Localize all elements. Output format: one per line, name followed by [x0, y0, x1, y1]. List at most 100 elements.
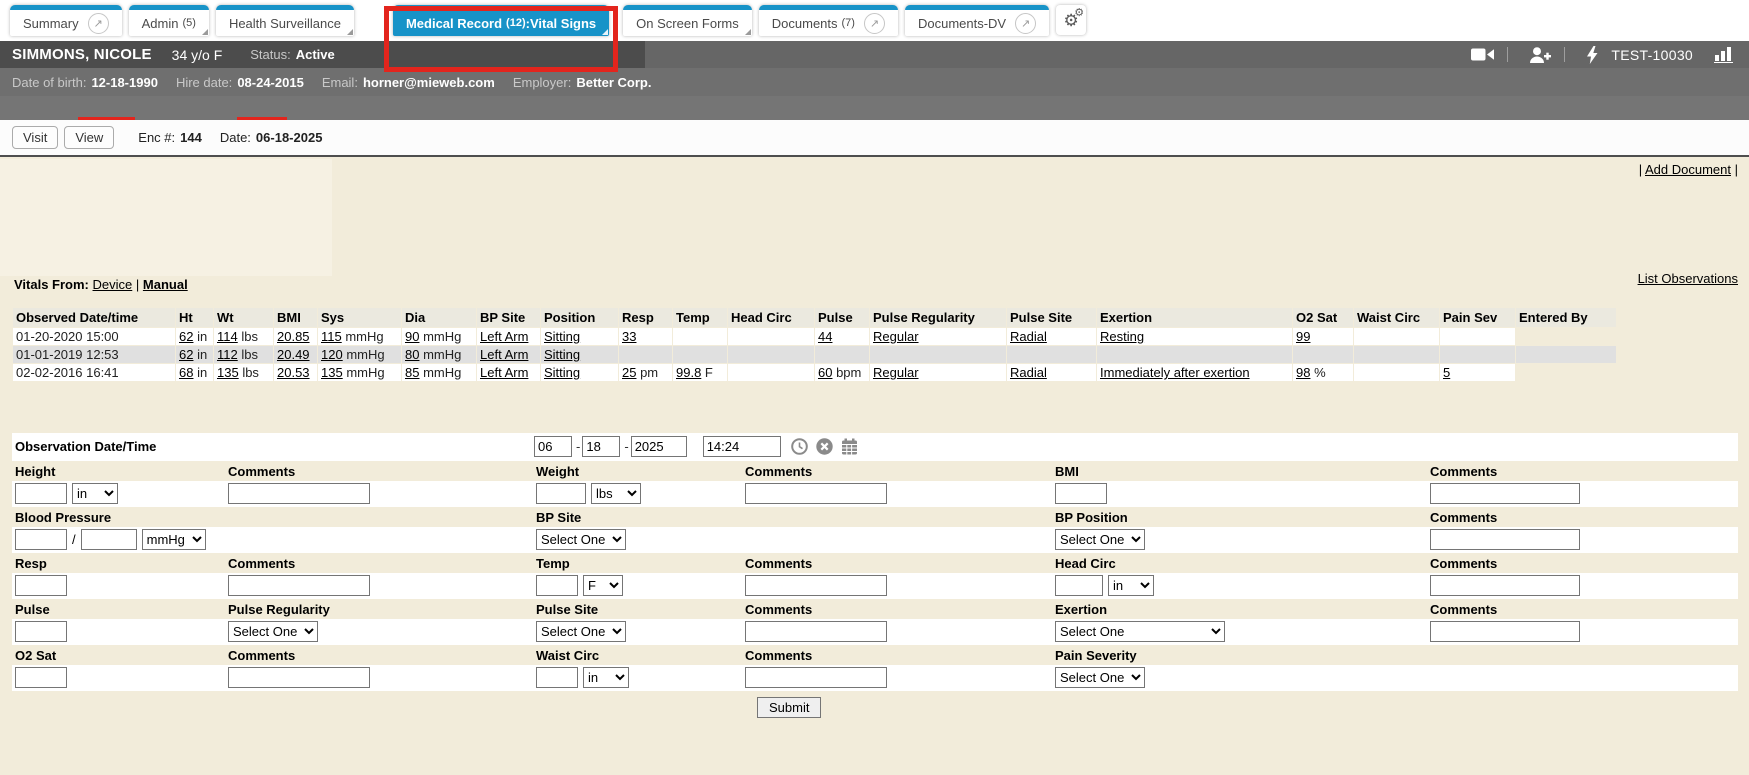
height-value-input[interactable]	[15, 483, 67, 504]
form-field-group: Select One	[536, 529, 626, 550]
resp-input[interactable]	[15, 575, 67, 596]
o2-sat-comments-input[interactable]	[228, 667, 370, 688]
weight-comments-input[interactable]	[745, 483, 887, 504]
vitals-value-link[interactable]: 20.85	[277, 329, 310, 344]
height-comments-input[interactable]	[228, 483, 370, 504]
vitals-value-link[interactable]: 44	[818, 329, 832, 344]
obs-month-input[interactable]	[534, 436, 572, 457]
calendar-icon[interactable]	[841, 438, 858, 455]
bmi-value-input[interactable]	[1055, 483, 1107, 504]
vitals-value-link[interactable]: Sitting	[544, 347, 580, 362]
tab-on-screen-forms[interactable]: On Screen Forms	[623, 5, 752, 36]
bp-comments-input[interactable]	[1430, 529, 1580, 550]
vitals-value-link[interactable]: Sitting	[544, 329, 580, 344]
waist-circ-unit-select[interactable]: in	[583, 667, 629, 688]
tab-summary[interactable]: Summary ↗	[10, 5, 122, 36]
temp-comments-input[interactable]	[745, 575, 887, 596]
vitals-value-link[interactable]: 112	[217, 347, 238, 362]
list-observations-link[interactable]: List Observations	[1638, 271, 1738, 286]
vitals-value-link[interactable]: Radial	[1010, 365, 1047, 380]
vitals-device-link[interactable]: Device	[93, 277, 133, 292]
bmi-comments-input[interactable]	[1430, 483, 1580, 504]
bp-site-select[interactable]: Select One	[536, 529, 626, 550]
popout-icon[interactable]: ↗	[864, 13, 885, 34]
clear-date-icon[interactable]	[816, 438, 833, 455]
tab-documents[interactable]: Documents (7) ↗	[759, 5, 898, 36]
vitals-value-link[interactable]: Left Arm	[480, 347, 528, 362]
temp-value-input[interactable]	[536, 575, 578, 596]
tab-admin[interactable]: Admin (5)	[129, 5, 209, 36]
waist-circ-comments-input[interactable]	[745, 667, 887, 688]
vitals-value-link[interactable]: 114	[217, 329, 238, 344]
tab-medical-record-vital-signs[interactable]: Medical Record (12) :Vital Signs	[393, 5, 609, 36]
clock-icon[interactable]	[791, 438, 808, 455]
vitals-value-link[interactable]: 99	[1296, 329, 1310, 344]
exertion-comments-input[interactable]	[1430, 621, 1580, 642]
o2-sat-input[interactable]	[15, 667, 67, 688]
resp-comments-input[interactable]	[228, 575, 370, 596]
weight-unit-select[interactable]: lbs	[591, 483, 641, 504]
tab-health-surveillance[interactable]: Health Surveillance	[216, 5, 354, 36]
vitals-value-link[interactable]: Sitting	[544, 365, 580, 380]
vitals-value-link[interactable]: Radial	[1010, 329, 1047, 344]
vitals-value-link[interactable]: 20.53	[277, 365, 310, 380]
bp-position-select[interactable]: Select One	[1055, 529, 1145, 550]
pulse-comments-input[interactable]	[745, 621, 887, 642]
vitals-value-link[interactable]: 33	[622, 329, 636, 344]
bp-systolic-input[interactable]	[15, 529, 67, 550]
vitals-value-link[interactable]: 62	[179, 329, 193, 344]
vitals-value-link[interactable]: 20.49	[277, 347, 310, 362]
obs-time-input[interactable]	[703, 436, 781, 457]
settings-button[interactable]: ⚙ ⚙	[1056, 5, 1086, 35]
head-circ-unit-select[interactable]: in	[1108, 575, 1154, 596]
popout-icon[interactable]: ↗	[88, 13, 109, 34]
head-circ-comments-input[interactable]	[1430, 575, 1580, 596]
bp-unit-select[interactable]: mmHg	[142, 529, 206, 550]
vitals-value-link[interactable]: 99.8	[676, 365, 701, 380]
view-button[interactable]: View	[64, 126, 114, 149]
pain-severity-select[interactable]: Select One	[1055, 667, 1145, 688]
pulse-site-select[interactable]: Select One	[536, 621, 626, 642]
vitals-cell: 115 mmHg	[318, 328, 401, 345]
add-document-link[interactable]: Add Document	[1645, 162, 1731, 177]
vitals-value-link[interactable]: 5	[1443, 365, 1450, 380]
vitals-value-link[interactable]: 60	[818, 365, 832, 380]
pulse-regularity-select[interactable]: Select One	[228, 621, 318, 642]
obs-day-input[interactable]	[582, 436, 620, 457]
vitals-value-link[interactable]: Left Arm	[480, 365, 528, 380]
vitals-value-link[interactable]: 120	[321, 347, 343, 362]
obs-year-input[interactable]	[631, 436, 687, 457]
vitals-value-link[interactable]: 135	[321, 365, 343, 380]
vitals-value-link[interactable]: 80	[405, 347, 419, 362]
lightning-bolt-icon[interactable]	[1586, 46, 1598, 64]
bp-diastolic-input[interactable]	[81, 529, 137, 550]
head-circ-value-input[interactable]	[1055, 575, 1103, 596]
vitals-value-link[interactable]: 25	[622, 365, 636, 380]
video-camera-icon[interactable]	[1471, 47, 1494, 62]
temp-unit-select[interactable]: F	[583, 575, 623, 596]
vitals-value-link[interactable]: 98	[1296, 365, 1310, 380]
vitals-value-link[interactable]: Immediately after exertion	[1100, 365, 1250, 380]
tab-documents-dv[interactable]: Documents-DV ↗	[905, 5, 1049, 36]
vitals-value-link[interactable]: Regular	[873, 365, 919, 380]
pulse-input[interactable]	[15, 621, 67, 642]
vitals-manual-link[interactable]: Manual	[143, 277, 188, 292]
weight-value-input[interactable]	[536, 483, 586, 504]
vitals-value-link[interactable]: Regular	[873, 329, 919, 344]
add-person-icon[interactable]	[1529, 47, 1551, 63]
vitals-value-link[interactable]: 115	[321, 329, 342, 344]
vitals-value-link[interactable]: 62	[179, 347, 193, 362]
popout-icon[interactable]: ↗	[1015, 13, 1036, 34]
vitals-value-link[interactable]: 85	[405, 365, 419, 380]
visit-button[interactable]: Visit	[12, 126, 58, 149]
vitals-value-link[interactable]: 68	[179, 365, 193, 380]
vitals-value-link[interactable]: Resting	[1100, 329, 1144, 344]
vitals-value-link[interactable]: Left Arm	[480, 329, 528, 344]
bar-chart-icon[interactable]	[1714, 46, 1735, 63]
vitals-value-link[interactable]: 90	[405, 329, 419, 344]
height-unit-select[interactable]: in	[72, 483, 118, 504]
waist-circ-value-input[interactable]	[536, 667, 578, 688]
submit-button[interactable]: Submit	[757, 697, 821, 718]
exertion-select[interactable]: Select One	[1055, 621, 1225, 642]
vitals-value-link[interactable]: 135	[217, 365, 239, 380]
